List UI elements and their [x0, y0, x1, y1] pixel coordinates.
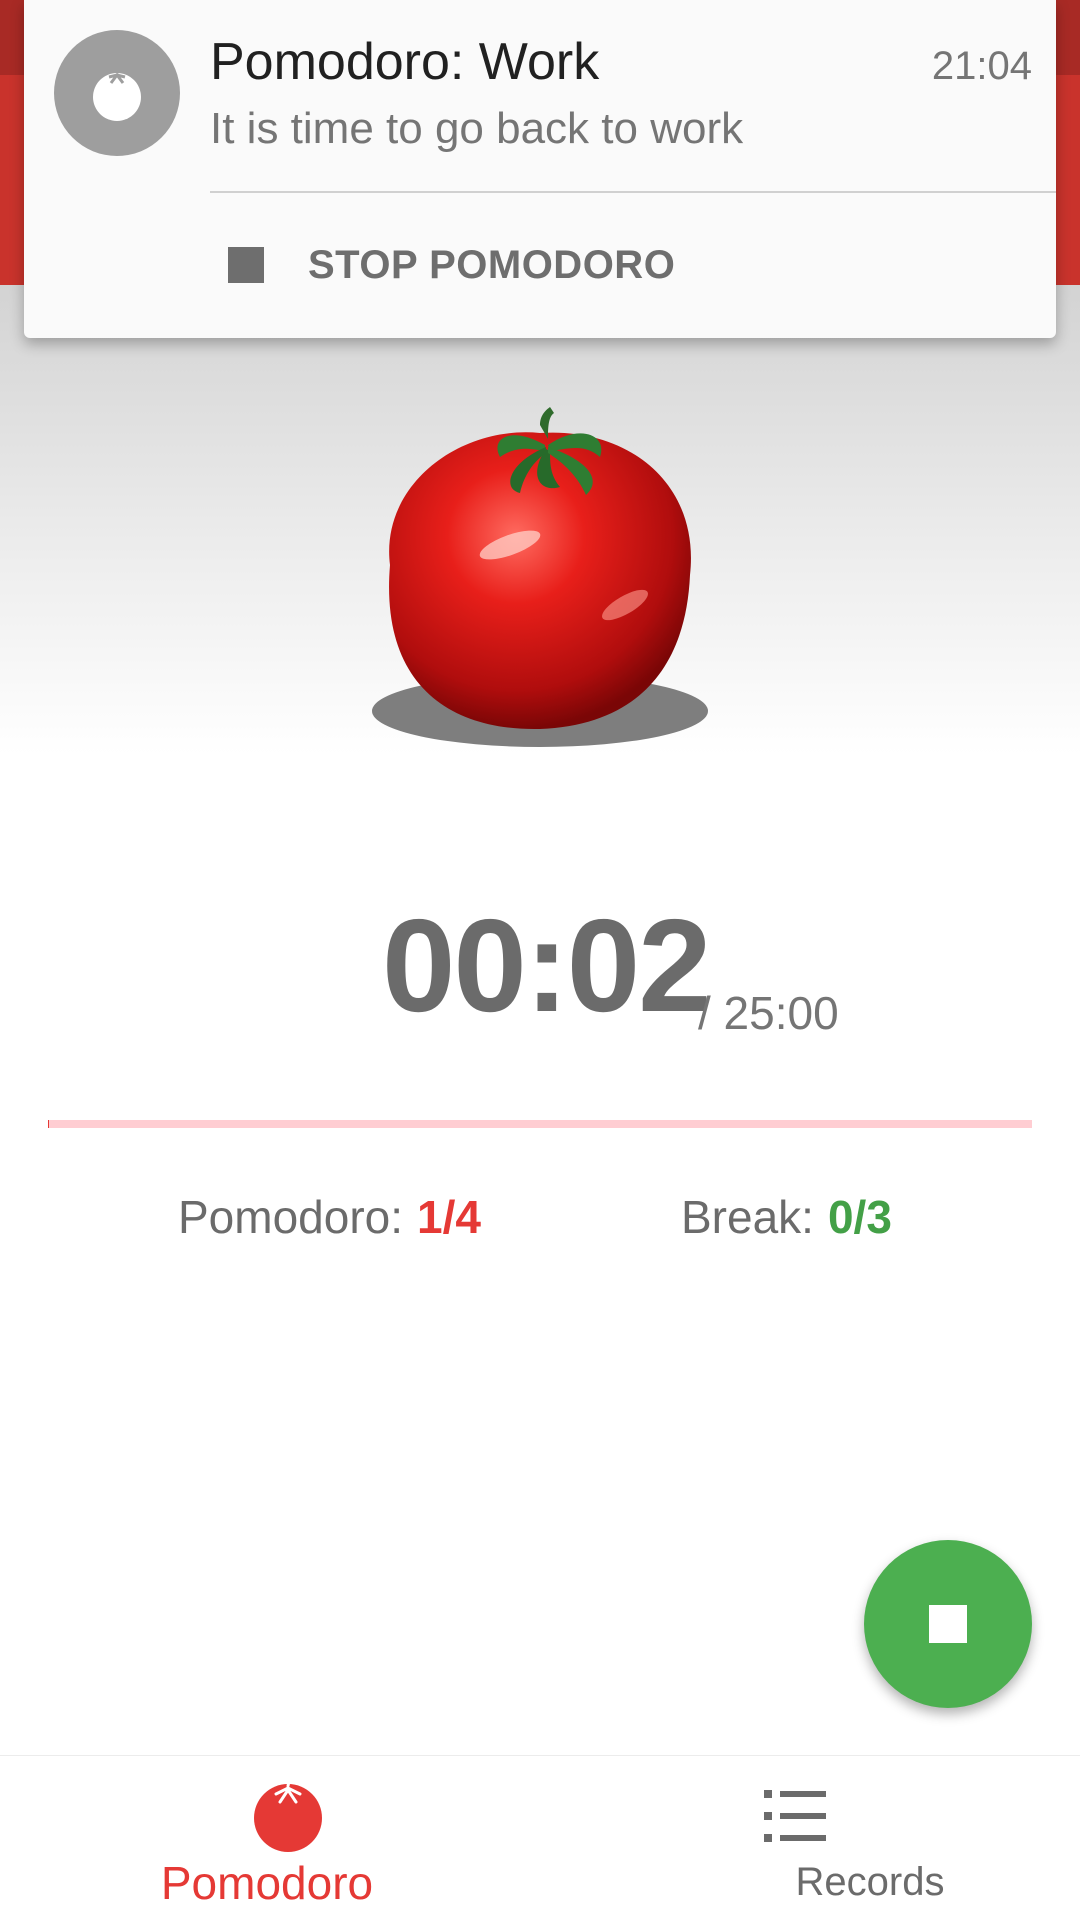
tomato-icon: [254, 1774, 322, 1852]
break-counter-value: 0/3: [827, 1191, 892, 1243]
notification-time: 21:04: [931, 44, 1032, 88]
progress-bar: [48, 1120, 1032, 1128]
list-icon: [764, 1790, 826, 1842]
nav-item-records[interactable]: Records: [540, 1756, 1080, 1920]
break-counter-label: Break:: [681, 1191, 814, 1243]
timer-elapsed: 00:02: [382, 892, 712, 1039]
timer-display: 00:02 / 25:00: [0, 890, 1080, 1040]
bottom-navigation: Pomodoro Records: [0, 1755, 1080, 1920]
notification-divider: [210, 191, 1056, 193]
tomato-illustration: [350, 405, 730, 765]
stop-fab-button[interactable]: [864, 1540, 1032, 1708]
progress-fill: [48, 1120, 50, 1128]
nav-label-records: Records: [795, 1860, 945, 1904]
pomodoro-counter: Pomodoro: 1/4: [178, 1190, 481, 1244]
session-counters: Pomodoro: 1/4 Break: 0/3: [0, 1190, 1080, 1250]
stop-icon: [929, 1605, 967, 1643]
timer-total: / 25:00: [698, 987, 839, 1039]
notification-body: It is time to go back to work: [210, 104, 744, 153]
stop-pomodoro-label: STOP POMODORO: [308, 242, 676, 287]
tomato-icon: [54, 30, 180, 156]
stop-icon: [228, 247, 264, 283]
notification-title: Pomodoro: Work: [210, 33, 600, 91]
pomodoro-counter-label: Pomodoro:: [178, 1191, 404, 1243]
notification-card[interactable]: Pomodoro: Work 21:04 It is time to go ba…: [24, 0, 1056, 338]
stop-pomodoro-button[interactable]: STOP POMODORO: [228, 230, 675, 300]
pomodoro-counter-value: 1/4: [417, 1191, 481, 1243]
break-counter: Break: 0/3: [681, 1190, 892, 1244]
